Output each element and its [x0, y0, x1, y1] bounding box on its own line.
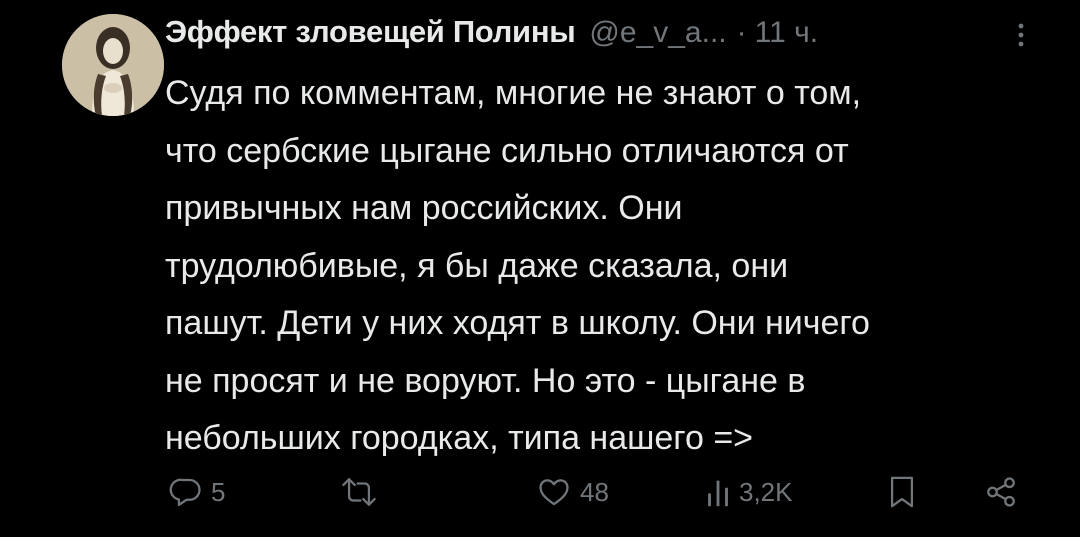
retweet-button[interactable]: [339, 470, 387, 514]
views-count: 3,2K: [739, 476, 793, 507]
reply-count: 5: [211, 476, 226, 507]
author-handle[interactable]: @e_v_a...: [589, 16, 726, 50]
tweet-timestamp[interactable]: 11 ч.: [755, 16, 818, 50]
bookmark-icon: [887, 475, 917, 509]
views-button[interactable]: 3,2K: [705, 470, 793, 514]
views-icon: [705, 475, 731, 509]
more-options-icon[interactable]: [1012, 22, 1030, 48]
like-button[interactable]: 48: [536, 470, 609, 514]
tweet-text: Судя по комментам, многие не знают о том…: [165, 74, 870, 457]
retweet-icon: [339, 475, 379, 509]
tweet-actions: 5 48 3,2K: [165, 470, 1035, 514]
heart-icon: [536, 475, 572, 509]
tweet[interactable]: Эффект зловещей Полины @e_v_a... · 11 ч.…: [0, 0, 1080, 537]
tweet-header: Эффект зловещей Полины @e_v_a... · 11 ч.: [165, 14, 1035, 54]
share-button[interactable]: [983, 470, 1019, 514]
author-display-name[interactable]: Эффект зловещей Полины: [165, 14, 576, 50]
bookmark-button[interactable]: [887, 470, 917, 514]
reply-button[interactable]: 5: [169, 470, 225, 514]
like-count: 48: [580, 476, 609, 507]
share-icon: [983, 475, 1019, 509]
avatar[interactable]: [62, 14, 164, 116]
reply-icon: [169, 475, 203, 509]
separator-dot: ·: [736, 16, 747, 49]
avatar-image: [62, 14, 164, 116]
